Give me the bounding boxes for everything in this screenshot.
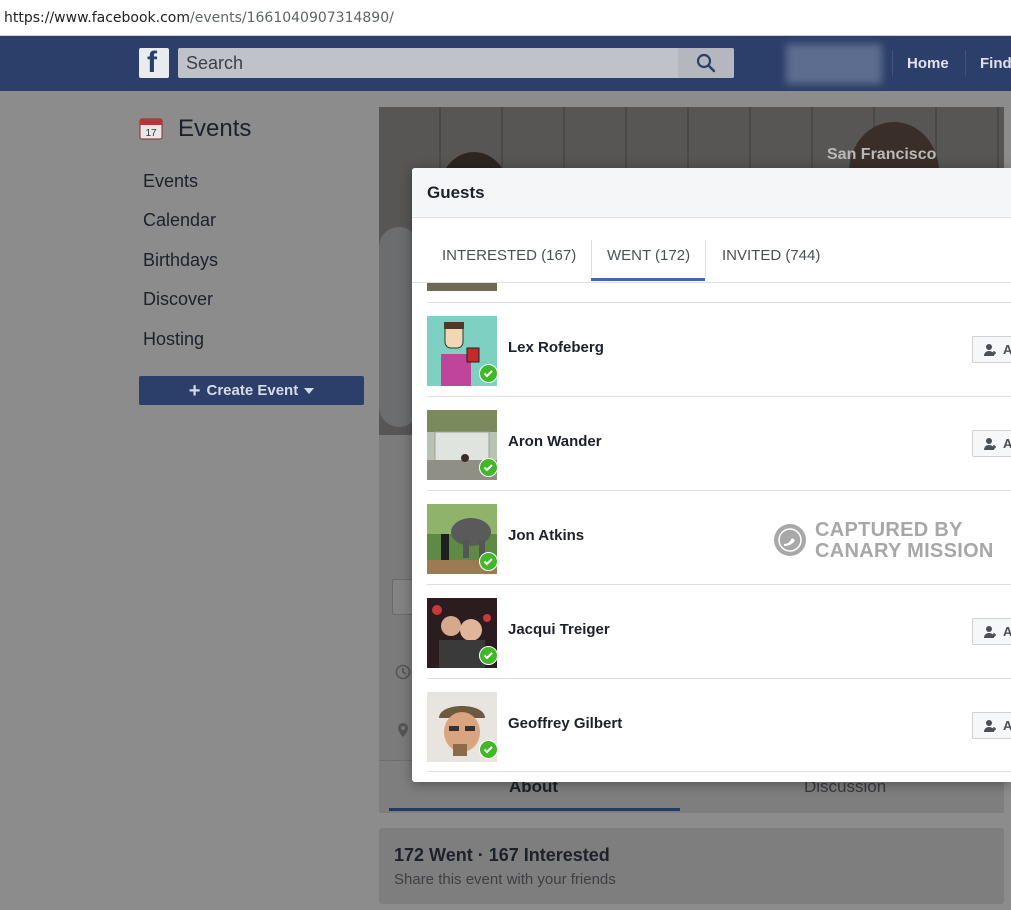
- went-check-icon: [479, 646, 497, 665]
- sidebar-item-discover[interactable]: Discover: [143, 289, 213, 310]
- create-event-button[interactable]: + Create Event: [139, 376, 364, 405]
- guest-avatar[interactable]: [427, 410, 497, 480]
- watermark-line1: CAPTURED BY: [815, 519, 963, 541]
- add-friend-label: A: [1003, 342, 1011, 357]
- dialog-header: Guests: [412, 168, 1011, 218]
- add-friend-button[interactable]: A: [972, 430, 1011, 457]
- add-friend-label: A: [1003, 718, 1011, 733]
- went-check-icon: [479, 364, 497, 383]
- guest-tabs: INTERESTED (167) WENT (172) INVITED (744…: [412, 218, 1011, 283]
- cover-caption: San Francisco: [827, 146, 937, 163]
- attendance-summary: [379, 828, 1004, 904]
- guest-row[interactable]: Aron Wander A: [427, 396, 1011, 490]
- add-friend-button[interactable]: A: [972, 618, 1011, 645]
- sidebar-item-birthdays[interactable]: Birthdays: [143, 250, 218, 271]
- url-text[interactable]: https://www.facebook.com/events/16610409…: [4, 10, 394, 26]
- plus-icon: +: [188, 379, 201, 402]
- tab-divider: [705, 240, 706, 276]
- sidebar-item-events[interactable]: Events: [143, 171, 198, 192]
- went-check-icon: [479, 552, 497, 571]
- guest-row[interactable]: Geoffrey Gilbert A: [427, 678, 1011, 772]
- sidebar-title: Events: [178, 115, 252, 142]
- tab-interested[interactable]: INTERESTED (167): [442, 247, 576, 264]
- add-friend-label: A: [1003, 624, 1011, 639]
- search-input[interactable]: Search: [186, 53, 243, 74]
- tab-divider: [591, 240, 592, 276]
- guest-row[interactable]: Jacqui Treiger A: [427, 584, 1011, 678]
- add-friend-icon: [984, 626, 996, 638]
- list-divider: [427, 771, 1011, 782]
- facebook-logo-icon[interactable]: f: [139, 46, 169, 79]
- logo-letter: f: [147, 46, 157, 79]
- guests-dialog: Guests INTERESTED (167) WENT (172) INVIT…: [412, 168, 1011, 782]
- share-prompt: Share this event with your friends: [394, 871, 616, 888]
- calendar-icon: 17: [139, 118, 163, 140]
- guest-avatar[interactable]: [427, 692, 497, 762]
- guest-name[interactable]: Jacqui Treiger: [508, 621, 610, 638]
- watermark-line2: CANARY MISSION: [815, 540, 994, 562]
- profile-avatar-blurred[interactable]: [786, 44, 882, 84]
- location-pin-icon: [398, 723, 408, 737]
- add-friend-icon: [984, 344, 996, 356]
- search-box[interactable]: Search: [178, 48, 734, 78]
- search-button[interactable]: [678, 48, 734, 78]
- guest-name[interactable]: Jon Atkins: [508, 527, 584, 544]
- clock-icon: [395, 664, 411, 680]
- guest-name[interactable]: Aron Wander: [508, 433, 602, 450]
- add-friend-icon: [984, 438, 996, 450]
- guest-avatar[interactable]: [427, 598, 497, 668]
- create-event-label: Create Event: [206, 382, 299, 399]
- calendar-day: 17: [145, 128, 157, 139]
- caret-down-icon: [304, 387, 315, 394]
- sidebar-item-calendar[interactable]: Calendar: [143, 210, 216, 231]
- attendance-counts[interactable]: 172 Went · 167 Interested: [394, 845, 610, 866]
- add-friend-icon: [984, 720, 996, 732]
- browser-address-bar[interactable]: https://www.facebook.com/events/16610409…: [0, 0, 1011, 36]
- add-friend-button[interactable]: A: [972, 336, 1011, 363]
- url-path: /events/1661040907314890/: [190, 10, 394, 26]
- url-host: https://www.facebook.com: [4, 10, 190, 26]
- nav-find-link[interactable]: Find: [980, 55, 1011, 72]
- guest-name[interactable]: Geoffrey Gilbert: [508, 715, 622, 732]
- active-tab-underline: [591, 278, 705, 281]
- search-icon: [696, 53, 716, 73]
- add-friend-button[interactable]: A: [972, 712, 1011, 739]
- dialog-title: Guests: [427, 183, 485, 202]
- event-action-button[interactable]: [392, 579, 414, 615]
- went-check-icon: [479, 740, 497, 759]
- tab-invited[interactable]: INVITED (744): [722, 247, 820, 264]
- nav-separator: [965, 50, 966, 76]
- sidebar-item-hosting[interactable]: Hosting: [143, 329, 204, 350]
- went-check-icon: [479, 458, 497, 477]
- guest-name[interactable]: Lex Rofeberg: [508, 339, 604, 356]
- nav-home-link[interactable]: Home: [907, 55, 949, 72]
- add-friend-label: A: [1003, 436, 1011, 451]
- nav-separator: [892, 50, 893, 76]
- partial-guest-thumbnail: [427, 283, 497, 291]
- guest-avatar[interactable]: [427, 504, 497, 574]
- guest-avatar[interactable]: [427, 316, 497, 386]
- active-tab-underline: [389, 808, 680, 811]
- watermark-logo-icon: [774, 524, 806, 556]
- tab-went[interactable]: WENT (172): [607, 247, 690, 264]
- guest-row[interactable]: Lex Rofeberg A: [427, 302, 1011, 396]
